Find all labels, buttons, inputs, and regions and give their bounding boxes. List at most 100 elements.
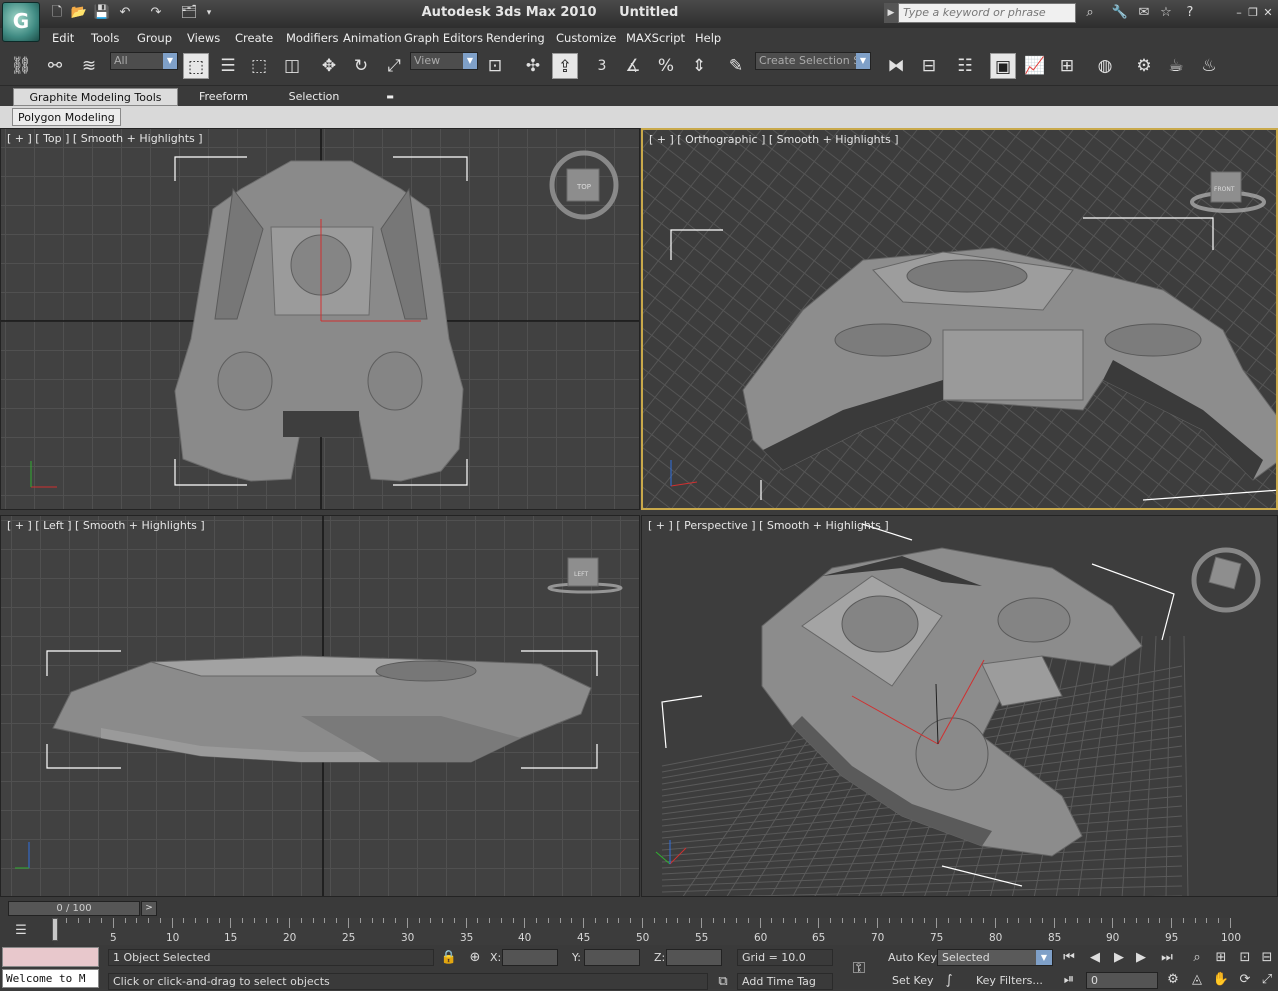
select-by-name-icon[interactable]: ☰ — [215, 53, 241, 79]
maxscript-listener-field[interactable] — [2, 947, 99, 967]
align-icon[interactable]: ⊟ — [916, 53, 942, 79]
bind-space-warp-icon[interactable]: ≋ — [76, 53, 102, 79]
menu-maxscript[interactable]: MAXScript — [626, 30, 685, 46]
viewport-label-orthographic[interactable]: [ + ] [ Orthographic ] [ Smooth + Highli… — [649, 133, 898, 146]
open-icon[interactable]: 📂 — [70, 5, 88, 21]
search-expand-icon[interactable]: ▶ — [884, 3, 898, 23]
schematic-view-icon[interactable]: ⊞ — [1054, 53, 1080, 79]
reference-coordinate-dropdown[interactable]: View ▼ — [410, 52, 478, 70]
viewport-label-perspective[interactable]: [ + ] [ Perspective ] [ Smooth + Highlig… — [648, 519, 889, 532]
x-coordinate-field[interactable] — [502, 949, 558, 966]
snaps-toggle-icon[interactable]: 3 — [589, 53, 615, 79]
viewport-perspective[interactable]: [ + ] [ Perspective ] [ Smooth + Highlig… — [641, 515, 1278, 897]
restore-icon[interactable]: ❐ — [1246, 6, 1260, 20]
current-frame-marker[interactable] — [52, 918, 58, 941]
z-coordinate-field[interactable] — [666, 949, 722, 966]
close-icon[interactable]: ✕ — [1261, 6, 1275, 20]
time-configuration-icon[interactable]: ⚙ — [1164, 971, 1182, 989]
tab-selection[interactable]: Selection — [278, 88, 350, 106]
select-and-link-icon[interactable]: ⛓ — [8, 53, 34, 79]
communication-icon[interactable]: ✉ — [1134, 4, 1154, 22]
keyboard-shortcut-override-icon[interactable]: ⇪ — [552, 53, 578, 79]
key-filters-button[interactable]: Key Filters... — [976, 972, 1043, 989]
tab-graphite-modeling-tools[interactable]: Graphite Modeling Tools — [13, 88, 178, 106]
rendered-frame-window-icon[interactable]: ☕ — [1163, 53, 1189, 79]
select-and-rotate-icon[interactable]: ↻ — [348, 53, 374, 79]
redo-icon[interactable]: ↷ — [147, 5, 165, 21]
view-cube[interactable] — [1191, 547, 1261, 613]
angle-snap-icon[interactable]: ∡ — [620, 53, 646, 79]
previous-frame-icon[interactable]: ◀ — [1086, 949, 1104, 967]
binoculars-icon[interactable]: ⌕ — [1080, 4, 1100, 22]
edit-named-selection-icon[interactable]: ✎ — [723, 53, 749, 79]
time-tag-icon[interactable]: ⧉ — [714, 973, 732, 991]
select-manipulate-icon[interactable]: ✣ — [520, 53, 546, 79]
pivot-center-icon[interactable]: ⊡ — [482, 53, 508, 79]
y-coordinate-field[interactable] — [584, 949, 640, 966]
rectangular-selection-icon[interactable]: ⬚ — [246, 53, 272, 79]
menu-rendering[interactable]: Rendering — [486, 30, 545, 46]
graphite-toggle-icon[interactable]: ▣ — [990, 53, 1016, 79]
maxscript-output-field[interactable]: Welcome to M — [2, 969, 99, 988]
zoom-icon[interactable]: ⌕ — [1188, 949, 1206, 967]
infocenter-search-input[interactable]: Type a keyword or phrase — [898, 3, 1076, 23]
auto-key-button[interactable]: Auto Key — [888, 949, 937, 966]
window-crossing-icon[interactable]: ◫ — [279, 53, 305, 79]
render-production-icon[interactable]: ♨ — [1196, 53, 1222, 79]
mirror-icon[interactable]: ⧓ — [883, 53, 909, 79]
viewport-top[interactable]: TOP [ + ] [ Top ] [ Smooth + Highlights … — [0, 128, 640, 510]
menu-views[interactable]: Views — [187, 30, 220, 46]
menu-graph-editors[interactable]: Graph Editors — [404, 30, 483, 46]
zoom-extents-all-icon[interactable]: ⊟ — [1258, 949, 1276, 967]
key-mode-toggle-icon[interactable]: ⏯ — [1060, 971, 1078, 989]
minimize-icon[interactable]: – — [1232, 6, 1246, 20]
render-setup-icon[interactable]: ⚙ — [1131, 53, 1157, 79]
orbit-icon[interactable]: ⟳ — [1236, 971, 1254, 989]
select-object-icon[interactable]: ⬚ — [183, 53, 209, 79]
viewport-orthographic[interactable]: FRONT [ + ] [ Orthographic ] [ Smooth + … — [641, 128, 1278, 510]
percent-snap-icon[interactable]: % — [653, 53, 679, 79]
field-of-view-icon[interactable]: ◬ — [1188, 971, 1206, 989]
project-folder-icon[interactable]: 🗂 — [180, 5, 198, 21]
add-time-tag-button[interactable]: Add Time Tag — [737, 973, 833, 990]
undo-icon[interactable]: ↶ — [116, 5, 134, 21]
zoom-all-icon[interactable]: ⊞ — [1212, 949, 1230, 967]
time-slider-next-icon[interactable]: > — [141, 901, 157, 916]
lock-icon[interactable]: 🔒 — [440, 949, 458, 967]
select-and-move-icon[interactable]: ✥ — [316, 53, 342, 79]
viewport-left[interactable]: LEFT [ + ] [ Left ] [ Smooth + Highlight… — [0, 515, 640, 897]
play-icon[interactable]: ▶ — [1110, 949, 1128, 967]
named-selection-sets-dropdown[interactable]: Create Selection Se ▼ — [755, 52, 871, 70]
help-icon[interactable]: ? — [1180, 4, 1200, 22]
menu-modifiers[interactable]: Modifiers — [286, 30, 339, 46]
viewport-label-top[interactable]: [ + ] [ Top ] [ Smooth + Highlights ] — [7, 132, 203, 145]
current-frame-field[interactable]: 0 — [1086, 972, 1158, 989]
key-tangent-icon[interactable]: ∫ — [940, 972, 958, 990]
menu-edit[interactable]: Edit — [52, 30, 74, 46]
subscription-icon[interactable]: 🔧 — [1110, 4, 1130, 22]
time-slider[interactable]: 0 / 100 — [8, 901, 140, 916]
select-and-scale-icon[interactable]: ⤢ — [381, 53, 407, 79]
menu-group[interactable]: Group — [137, 30, 172, 46]
quick-access-dropdown-icon[interactable]: ▾ — [200, 5, 218, 21]
chevron-down-icon[interactable]: ▼ — [1036, 950, 1052, 965]
timeline-ruler[interactable]: 5 10 15 20 25 30 35 40 45 50 55 60 65 70 75 80 85 90 95 100 — [54, 918, 1241, 945]
set-key-filter-key-icon[interactable]: ⚿ — [850, 959, 868, 977]
save-icon[interactable]: 💾 — [93, 5, 111, 21]
set-key-button[interactable]: Set Key — [892, 972, 934, 989]
go-to-end-icon[interactable]: ⏭ — [1158, 949, 1176, 967]
next-frame-icon[interactable]: ▶ — [1132, 949, 1150, 967]
layer-manager-icon[interactable]: ☷ — [952, 53, 978, 79]
menu-tools[interactable]: Tools — [91, 30, 119, 46]
menu-animation[interactable]: Animation — [343, 30, 402, 46]
new-icon[interactable]: 🗋 — [48, 5, 66, 21]
menu-customize[interactable]: Customize — [556, 30, 616, 46]
favorites-star-icon[interactable]: ☆ — [1156, 4, 1176, 22]
mini-curve-editor-icon[interactable]: ☰ — [12, 922, 30, 940]
selection-filter-dropdown[interactable]: All ▼ — [110, 52, 178, 70]
menu-create[interactable]: Create — [235, 30, 273, 46]
unlink-icon[interactable]: ⚯ — [42, 53, 68, 79]
absolute-mode-icon[interactable]: ⊕ — [466, 949, 484, 967]
maximize-viewport-icon[interactable]: ⤢ — [1258, 971, 1276, 989]
viewport-label-left[interactable]: [ + ] [ Left ] [ Smooth + Highlights ] — [7, 519, 205, 532]
